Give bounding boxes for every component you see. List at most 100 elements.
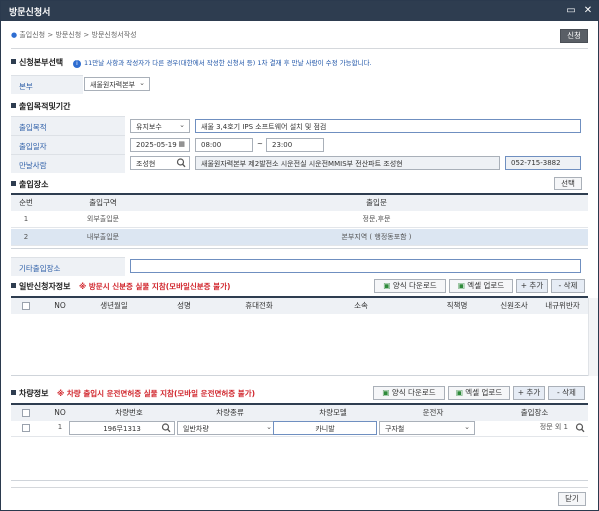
vehicle-table: NO 차량번호 차량종류 차량모델 운전자 출입장소 <box>11 403 588 481</box>
section-title-general: 일반신청자정보 <box>11 281 71 292</box>
purpose-text-input[interactable]: 새울 3,4호기 IPS 소프트웨어 설치 및 점검 <box>195 119 581 133</box>
place-row-no: 2 <box>23 233 29 241</box>
purpose-select[interactable]: 유지보수 ⌄ <box>130 119 190 133</box>
search-icon[interactable] <box>575 422 585 434</box>
chevron-down-icon: ⌄ <box>139 79 145 87</box>
col-header-org: 소속 <box>299 298 423 314</box>
meet-person-org: 새울원자력본부 제2발전소 시운전실 시운전MMIS부 전산파트 조성현 <box>195 156 500 170</box>
section-title-text: 신청본부선택 <box>19 58 64 67</box>
general-download-button[interactable]: ▣ 양식 다운로드 <box>374 279 446 293</box>
close-icon[interactable]: ✕ <box>581 4 595 18</box>
time-end-input[interactable]: 23:00 <box>266 138 324 152</box>
vehicle-upload-label: 엑셀 업로드 <box>465 388 503 397</box>
general-add-button[interactable]: + 추가 <box>516 279 548 293</box>
excel-icon: ▣ <box>455 388 463 397</box>
row-checkbox[interactable] <box>22 424 30 432</box>
section-title-applicant: 신청본부선택 <box>11 57 63 68</box>
purpose-label: 출입목적 <box>11 116 125 135</box>
vehicle-place-value: 정문 외 1 <box>539 423 568 431</box>
meet-person-name: 조성현 <box>136 160 156 168</box>
place-row-selected[interactable]: 2 내부출입문 본부지역 ( 행정동포함 ) <box>11 229 588 246</box>
chevron-down-icon: ⌄ <box>266 423 272 431</box>
hq-select[interactable]: 새울원자력본부 ⌄ <box>84 77 150 91</box>
place-row-no: 1 <box>23 215 29 223</box>
breadcrumb-item[interactable]: 방문신청 <box>55 31 81 39</box>
place-row-zone: 내부출입문 <box>86 233 120 241</box>
time-start-input[interactable]: 08:00 <box>195 138 253 152</box>
place-row[interactable]: 1 외부출입문 정문,후문 <box>11 211 588 228</box>
col-header-birth: 생년월일 <box>79 298 149 314</box>
section-square-icon <box>11 181 16 186</box>
driver-select[interactable]: 구자철 ⌄ <box>379 421 475 435</box>
other-place-input[interactable] <box>130 259 581 273</box>
general-delete-button[interactable]: - 삭제 <box>551 279 585 293</box>
col-header-violation: 내규위반자 <box>537 298 588 314</box>
vehicle-plate-value: 196무1313 <box>103 425 141 433</box>
date-input[interactable]: 2025-05-19 ▦ <box>130 138 190 152</box>
place-row-gate: 본부지역 ( 행정동포함 ) <box>341 233 412 241</box>
section-title-text: 차량정보 <box>19 389 49 398</box>
vehicle-plate-input[interactable]: 196무1313 <box>69 421 175 435</box>
apply-button[interactable]: 신청 <box>560 29 588 43</box>
vehicle-download-label: 양식 다운로드 <box>391 388 436 397</box>
search-icon[interactable] <box>161 422 171 434</box>
col-header-gate: 출입문 <box>165 195 588 211</box>
window-titlebar: 방문신청서 ▭ ✕ <box>1 1 598 21</box>
hq-select-value: 새울원자력본부 <box>90 81 136 89</box>
section-title-text: 출입장소 <box>19 180 49 189</box>
info-text: 11만날 사항과 작성자가 다른 경우(대한에서 작성한 신청서 등) 1차 결… <box>84 59 372 67</box>
breadcrumb-dot-icon: ● <box>11 31 18 39</box>
select-place-button[interactable]: 선택 <box>554 177 582 190</box>
col-header-no: NO <box>41 298 79 314</box>
general-download-label: 양식 다운로드 <box>392 281 437 290</box>
date-label: 출입일자 <box>11 135 125 154</box>
col-header-name: 성명 <box>149 298 219 314</box>
vehicle-row[interactable]: 1 196무1313 일반차량 ⌄ 카니발 구자철 ⌄ 정문 외 1 <box>11 419 588 437</box>
search-icon[interactable] <box>176 157 186 169</box>
vehicle-upload-button[interactable]: ▣ 엑셀 업로드 <box>448 386 510 400</box>
breadcrumb: ● 출입신청 > 방문신청 > 방문신청서작성 <box>11 30 137 40</box>
vehicle-warning: ※ 차량 출입시 운전면허증 실물 지참(모바일 운전면허증 불가) <box>57 389 256 398</box>
driver-value: 구자철 <box>385 425 405 433</box>
excel-icon: ▣ <box>383 281 391 290</box>
vehicle-type-value: 일반차량 <box>183 425 209 433</box>
scrollbar[interactable] <box>588 298 598 376</box>
time-range-tilde: ~ <box>257 140 263 148</box>
calendar-icon[interactable]: ▦ <box>178 140 185 148</box>
excel-icon: ▣ <box>457 281 465 290</box>
section-square-icon <box>11 390 16 395</box>
select-all-checkbox[interactable] <box>22 302 30 310</box>
meet-person-phone: 052-715-3882 <box>505 156 581 170</box>
close-button[interactable]: 닫기 <box>558 492 586 506</box>
vehicle-add-button[interactable]: + 추가 <box>513 386 545 400</box>
section-title-vehicle: 차량정보 <box>11 388 48 399</box>
breadcrumb-item[interactable]: 출입신청 <box>19 31 45 39</box>
hq-label: 본부 <box>11 75 83 94</box>
col-header-zone: 출입구역 <box>41 195 165 211</box>
general-warning: ※ 방문시 신분증 실물 지참(모바일신분증 불가) <box>79 282 231 291</box>
section-title-purpose: 출입목적및기간 <box>11 101 71 112</box>
general-upload-button[interactable]: ▣ 엑셀 업로드 <box>449 279 513 293</box>
general-applicant-table: NO 생년월일 성명 휴대전화 소속 직책명 신원조사 내규위반자 <box>11 296 588 376</box>
meet-person-search-input[interactable]: 조성현 <box>130 156 190 170</box>
section-title-text: 출입목적및기간 <box>19 102 71 111</box>
col-header-no: 순번 <box>11 195 41 211</box>
vehicle-download-button[interactable]: ▣ 양식 다운로드 <box>373 386 445 400</box>
date-value: 2025-05-19 <box>136 141 177 149</box>
vehicle-type-select[interactable]: 일반차량 ⌄ <box>177 421 277 435</box>
section-square-icon <box>11 283 16 288</box>
breadcrumb-separator: > <box>81 31 92 39</box>
general-upload-label: 엑셀 업로드 <box>467 281 505 290</box>
info-notice: i 11만날 사항과 작성자가 다른 경우(대한에서 작성한 신청서 등) 1차 … <box>73 57 372 68</box>
chevron-down-icon: ⌄ <box>179 121 185 129</box>
place-row-gate: 정문,후문 <box>362 215 391 223</box>
section-square-icon <box>11 59 16 64</box>
col-header-position: 직책명 <box>423 298 491 314</box>
vehicle-model-input[interactable]: 카니발 <box>273 421 377 435</box>
select-all-checkbox[interactable] <box>22 409 30 417</box>
purpose-select-value: 유지보수 <box>136 123 162 131</box>
maximize-icon[interactable]: ▭ <box>564 4 578 18</box>
excel-icon: ▣ <box>382 388 390 397</box>
col-header-check: 신원조사 <box>491 298 537 314</box>
vehicle-delete-button[interactable]: - 삭제 <box>548 386 585 400</box>
